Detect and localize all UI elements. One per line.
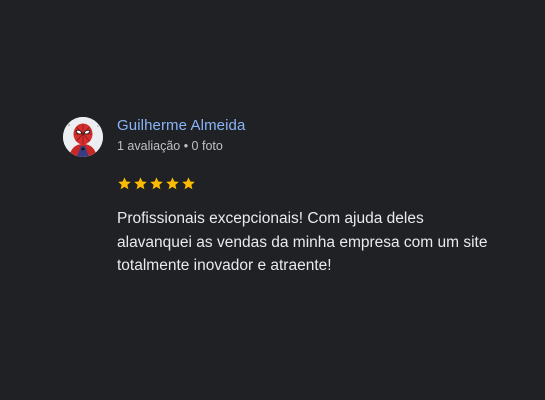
review-text: Profissionais excepcionais! Com ajuda de… (117, 210, 488, 274)
author-name-link[interactable]: Guilherme Almeida (117, 115, 245, 137)
spider-man-avatar-icon[interactable] (63, 117, 103, 157)
star-icon (150, 177, 163, 190)
review-page: Guilherme Almeida 1 avaliação • 0 foto P… (0, 0, 545, 400)
star-rating (117, 176, 196, 191)
star-icon (134, 177, 147, 190)
star-icon (118, 177, 131, 190)
author-block: Guilherme Almeida 1 avaliação • 0 foto (117, 115, 245, 155)
star-icon (166, 177, 179, 190)
star-icon (182, 177, 195, 190)
author-review-count: 1 avaliação • 0 foto (117, 139, 223, 153)
avatar-image (63, 117, 103, 157)
